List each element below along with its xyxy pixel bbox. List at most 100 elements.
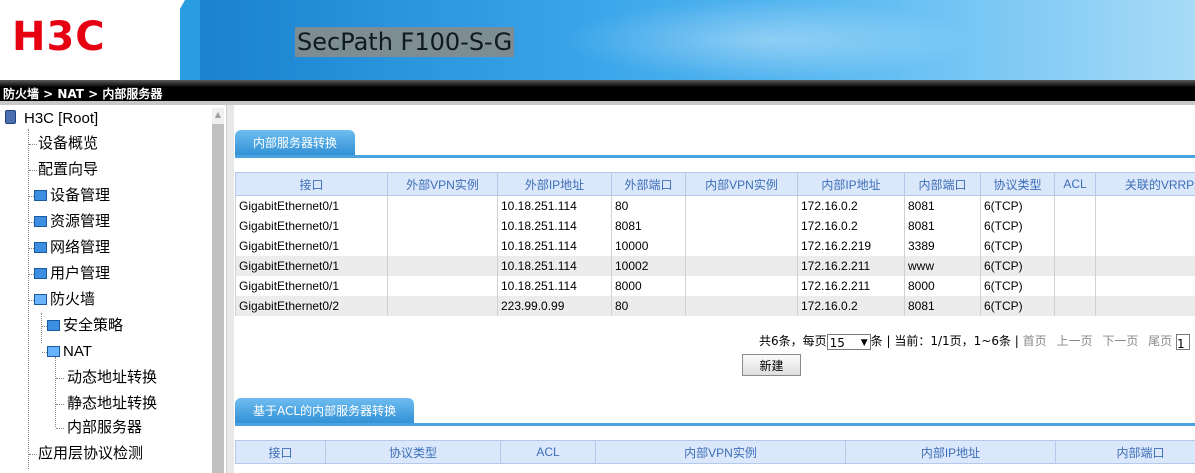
acl-internal-server-table: 接口 协议类型 ACL 内部VPN实例 内部IP地址 内部端口 bbox=[235, 440, 1195, 464]
column-header[interactable]: 外部端口 bbox=[611, 172, 686, 196]
cell-ext-vpn bbox=[387, 195, 498, 216]
column-header[interactable]: ACL bbox=[1054, 172, 1096, 196]
cell-int-ip: 172.16.2.211 bbox=[797, 256, 905, 276]
cell-acl bbox=[1054, 216, 1096, 236]
nav-firewall[interactable]: 防火墙 bbox=[34, 289, 95, 311]
header-banner: H3C SecPath F100-S-G bbox=[0, 0, 1195, 80]
nav-label: 动态地址转换 bbox=[67, 369, 158, 386]
nav-config-wizard[interactable]: 配置向导 bbox=[38, 159, 98, 181]
cell-acl bbox=[1054, 256, 1096, 276]
product-name: SecPath F100-S-G bbox=[295, 27, 515, 57]
column-header[interactable]: 内部IP地址 bbox=[797, 172, 905, 196]
cell-int-ip: 172.16.0.2 bbox=[797, 216, 905, 236]
nav-label: 内部服务器 bbox=[67, 419, 143, 436]
cell-interface: GigabitEthernet0/2 bbox=[235, 296, 388, 316]
table-row[interactable]: GigabitEthernet0/1 10.18.251.114 10002 1… bbox=[235, 256, 1195, 276]
nav-nat[interactable]: NAT bbox=[47, 341, 92, 363]
cell-int-ip: 172.16.2.211 bbox=[797, 276, 905, 296]
cell-ext-ip: 10.18.251.114 bbox=[497, 256, 612, 276]
nav-dynamic-nat[interactable]: 动态地址转换 bbox=[67, 367, 157, 389]
cell-int-port: 3389 bbox=[904, 236, 981, 256]
section-tab-acl-internal-server: 基于ACL的内部服务器转换 bbox=[235, 398, 415, 424]
tree-connector bbox=[29, 454, 37, 455]
nav-network-management[interactable]: 网络管理 bbox=[34, 237, 110, 259]
section-title: 基于ACL的内部服务器转换 bbox=[253, 404, 397, 418]
tree-root[interactable]: H3C [Root] bbox=[24, 108, 98, 130]
page-size-value: 15 bbox=[829, 335, 845, 350]
cell-protocol: 6(TCP) bbox=[980, 276, 1055, 296]
column-header[interactable]: 内部VPN实例 bbox=[595, 440, 846, 464]
sidebar-scrollbar-thumb[interactable] bbox=[212, 124, 224, 473]
nav-label: 静态地址转换 bbox=[67, 395, 158, 412]
cell-int-port: 8081 bbox=[904, 195, 981, 216]
nav-security-policy[interactable]: 安全策略 bbox=[47, 315, 123, 337]
table-row[interactable]: GigabitEthernet0/2 223.99.0.99 80 172.16… bbox=[235, 296, 1195, 316]
breadcrumb: 防火墙 > NAT > 内部服务器 bbox=[3, 87, 163, 101]
scroll-up-arrow-icon[interactable]: ▲ bbox=[212, 108, 224, 122]
column-header[interactable]: 内部VPN实例 bbox=[685, 172, 798, 196]
h3c-logo: H3C bbox=[12, 14, 106, 60]
nav-label: 应用层协议检测 bbox=[38, 445, 144, 462]
new-button[interactable]: 新建 bbox=[742, 354, 801, 376]
cell-ext-port: 8081 bbox=[611, 216, 686, 236]
nav-device-overview[interactable]: 设备概览 bbox=[38, 133, 98, 155]
nav-label: 设备管理 bbox=[50, 187, 111, 204]
table-row[interactable]: GigabitEthernet0/1 10.18.251.114 8081 17… bbox=[235, 216, 1195, 236]
column-header[interactable]: 内部端口 bbox=[904, 172, 981, 196]
pager-first-link[interactable]: 首页 bbox=[1023, 334, 1047, 348]
cell-int-port: 8081 bbox=[904, 296, 981, 316]
nav-alg-detection[interactable]: 应用层协议检测 bbox=[38, 443, 143, 465]
nav-resource-management[interactable]: 资源管理 bbox=[34, 211, 110, 233]
device-icon bbox=[5, 110, 16, 124]
cell-ext-ip: 10.18.251.114 bbox=[497, 236, 612, 256]
cell-vrrp bbox=[1095, 236, 1195, 256]
nav-static-nat[interactable]: 静态地址转换 bbox=[67, 393, 157, 415]
column-header[interactable]: 协议类型 bbox=[325, 440, 501, 464]
nav-label: 用户管理 bbox=[50, 265, 111, 282]
table-row[interactable]: GigabitEthernet0/1 10.18.251.114 10000 1… bbox=[235, 236, 1195, 256]
column-header[interactable]: 外部IP地址 bbox=[497, 172, 612, 196]
header-glow bbox=[560, 0, 980, 80]
column-header[interactable]: 外部VPN实例 bbox=[387, 172, 498, 196]
folder-closed-icon bbox=[34, 267, 47, 279]
page-number-input[interactable]: 1 bbox=[1176, 333, 1191, 351]
page-size-select[interactable]: 15 ▼ bbox=[826, 333, 871, 350]
cell-vrrp bbox=[1095, 296, 1195, 316]
column-header[interactable]: 内部IP地址 bbox=[845, 440, 1056, 464]
nav-label: NAT bbox=[63, 343, 92, 360]
cell-int-vpn bbox=[685, 195, 798, 216]
table-row[interactable]: GigabitEthernet0/1 10.18.251.114 8000 17… bbox=[235, 276, 1195, 296]
nav-label: 配置向导 bbox=[38, 161, 99, 178]
cell-acl bbox=[1054, 236, 1096, 256]
column-header[interactable]: 接口 bbox=[235, 440, 326, 464]
column-header[interactable]: 内部端口 bbox=[1055, 440, 1195, 464]
nav-label: 资源管理 bbox=[50, 213, 111, 230]
pane-splitter[interactable] bbox=[226, 105, 234, 473]
cell-interface: GigabitEthernet0/1 bbox=[235, 236, 388, 256]
cell-interface: GigabitEthernet0/1 bbox=[235, 256, 388, 276]
cell-protocol: 6(TCP) bbox=[980, 236, 1055, 256]
column-header[interactable]: 协议类型 bbox=[980, 172, 1055, 196]
cell-int-port: 8081 bbox=[904, 216, 981, 236]
nav-device-management[interactable]: 设备管理 bbox=[34, 185, 110, 207]
table-row[interactable]: GigabitEthernet0/1 10.18.251.114 80 172.… bbox=[235, 195, 1195, 216]
pager-prev-link[interactable]: 上一页 bbox=[1056, 334, 1092, 348]
tree-connector bbox=[56, 378, 64, 379]
column-header[interactable]: ACL bbox=[500, 440, 596, 464]
folder-closed-icon bbox=[34, 215, 47, 227]
folder-closed-icon bbox=[34, 189, 47, 201]
pager-last-link[interactable]: 尾页 bbox=[1148, 334, 1172, 348]
cell-interface: GigabitEthernet0/1 bbox=[235, 276, 388, 296]
cell-acl bbox=[1054, 195, 1096, 216]
section-rule bbox=[235, 155, 1195, 158]
pager-next-link[interactable]: 下一页 bbox=[1102, 334, 1138, 348]
tree-connector bbox=[29, 170, 37, 171]
column-header[interactable]: 关联的VRRP组 bbox=[1095, 172, 1195, 196]
cell-int-vpn bbox=[685, 216, 798, 236]
nav-user-management[interactable]: 用户管理 bbox=[34, 263, 110, 285]
nav-internal-server[interactable]: 内部服务器 bbox=[67, 417, 142, 439]
nav-label: 设备概览 bbox=[38, 135, 99, 152]
column-header[interactable]: 接口 bbox=[235, 172, 388, 196]
tree-connector bbox=[56, 428, 64, 429]
cell-vrrp bbox=[1095, 195, 1195, 216]
